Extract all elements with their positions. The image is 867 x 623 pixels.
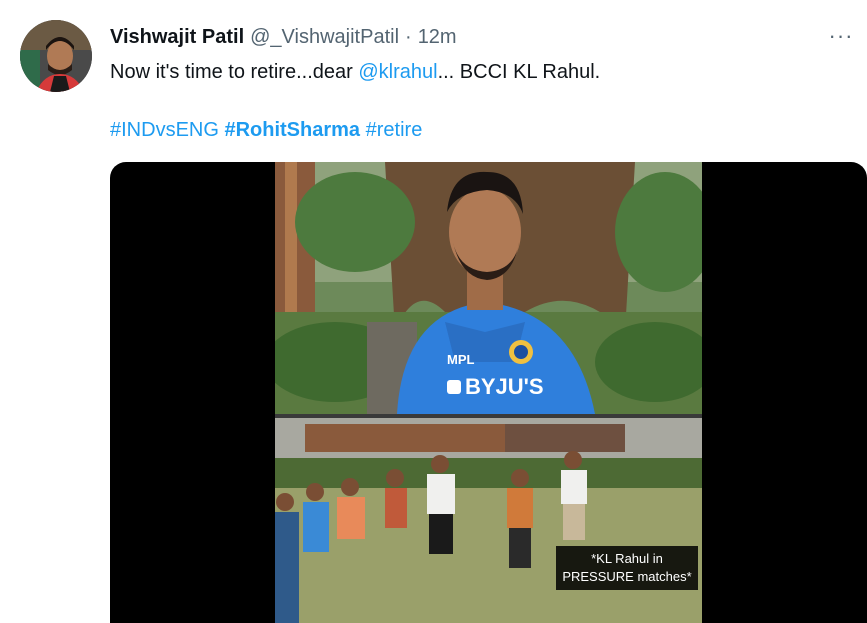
caption-line: *KL Rahul in (591, 551, 663, 566)
hashtag-link[interactable]: #INDvsENG (110, 119, 219, 141)
author-handle[interactable]: @_VishwajitPatil (250, 26, 399, 49)
separator-dot: · (405, 25, 412, 48)
jersey-brand-text: MPL (447, 352, 475, 367)
tweet-text-part: Now it's time to retire...dear (110, 61, 359, 83)
caption-line: PRESSURE matches* (562, 569, 692, 584)
author-name[interactable]: Vishwajit Patil (110, 26, 244, 49)
avatar[interactable] (20, 20, 92, 92)
hashtag-line: #INDvsENG #RohitSharma #retire (110, 116, 422, 144)
mention-link[interactable]: @klrahul (358, 61, 437, 83)
hashtag-link[interactable]: #retire (366, 119, 423, 141)
tweet-video[interactable]: MPL BYJU'S *KL Rahul in PRESSURE matches… (110, 162, 867, 623)
tweet-header: Vishwajit Patil @_VishwajitPatil · 12m (110, 24, 457, 50)
timestamp[interactable]: 12m (418, 26, 457, 49)
avatar-image (20, 20, 92, 92)
tweet-text: Now it's time to retire...dear @klrahul.… (110, 58, 600, 86)
video-caption: *KL Rahul in PRESSURE matches* (556, 546, 698, 590)
jersey-sponsor-text: BYJU'S (465, 374, 544, 399)
video-frame: MPL BYJU'S *KL Rahul in PRESSURE matches… (275, 162, 702, 623)
tweet[interactable]: Vishwajit Patil @_VishwajitPatil · 12m ·… (0, 0, 867, 623)
tweet-text-part: ... BCCI KL Rahul. (437, 61, 601, 83)
more-options-icon[interactable]: ··· (823, 22, 859, 50)
hashtag-link[interactable]: #RohitSharma (224, 119, 360, 141)
